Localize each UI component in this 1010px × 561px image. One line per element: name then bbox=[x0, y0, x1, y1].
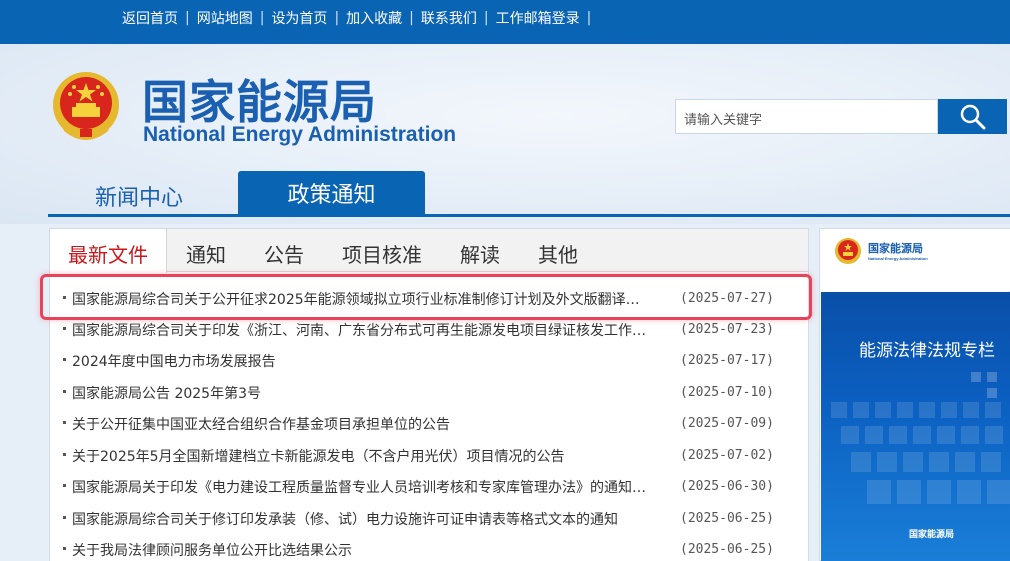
law-column-title[interactable]: 能源法律法规专栏 bbox=[859, 336, 995, 361]
top-link-home[interactable]: 返回首页 bbox=[122, 8, 178, 28]
list-tabs: 最新文件 通知 公告 项目核准 解读 其他 bbox=[50, 229, 808, 273]
national-emblem-icon bbox=[835, 238, 861, 264]
top-link-mail-login[interactable]: 工作邮箱登录 bbox=[496, 8, 580, 28]
side-logo-title: 国家能源局 bbox=[868, 242, 923, 255]
tab-other[interactable]: 其他 bbox=[538, 239, 578, 268]
separator: | bbox=[259, 10, 265, 26]
list-item[interactable]: 国家能源局公告 2025年第3号 (2025-07-10) bbox=[50, 380, 808, 406]
search-icon bbox=[960, 104, 985, 129]
law-column-banner[interactable]: 能源法律法规专栏 国家能源局 bbox=[821, 292, 1010, 561]
tab-latest[interactable]: 最新文件 bbox=[50, 229, 167, 273]
separator: | bbox=[586, 10, 592, 26]
banner-pattern bbox=[831, 372, 1010, 504]
separator: | bbox=[185, 10, 190, 26]
policy-list-panel: 最新文件 通知 公告 项目核准 解读 其他 国家能源局综合司关于公开征求2025… bbox=[49, 228, 809, 561]
list-item-title[interactable]: 2024年度中国电力市场发展报告 bbox=[72, 351, 652, 371]
list-item-title[interactable]: 关于2025年5月全国新增建档立卡新能源发电（不含户用光伏）项目情况的公告 bbox=[72, 446, 652, 466]
bullet bbox=[63, 390, 66, 393]
tab-announcement[interactable]: 公告 bbox=[264, 239, 304, 268]
list-item-date: (2025-06-30) bbox=[680, 479, 774, 494]
list-item[interactable]: 国家能源局关于印发《电力建设工程质量监督专业人员培训考核和专家库管理办法》的通知… bbox=[50, 474, 808, 500]
list-item[interactable]: 关于公开征集中国亚太经合组织合作基金项目承担单位的公告 (2025-07-09) bbox=[50, 411, 808, 437]
list-item[interactable]: 国家能源局综合司关于公开征求2025年能源领域拟立项行业标准制修订计划及外文版翻… bbox=[50, 286, 808, 312]
site-logo-subtitle: National Energy Administration bbox=[143, 123, 457, 146]
list-item[interactable]: 2024年度中国电力市场发展报告 (2025-07-17) bbox=[50, 348, 808, 374]
list-item-date: (2025-07-23) bbox=[680, 322, 774, 337]
list-item[interactable]: 国家能源局综合司关于印发《浙江、河南、广东省分布式可再生能源发电项目绿证核发工作… bbox=[50, 317, 808, 343]
side-logo-subtitle: National Energy Administration bbox=[868, 256, 928, 261]
list-item-date: (2025-06-25) bbox=[680, 542, 774, 557]
top-link-set-home[interactable]: 设为首页 bbox=[271, 8, 327, 28]
bullet bbox=[63, 421, 66, 424]
list-item-date: (2025-07-27) bbox=[680, 291, 774, 306]
list-item[interactable]: 关于我局法律顾问服务单位公开比选结果公示 (2025-06-25) bbox=[50, 537, 808, 561]
list-item-title[interactable]: 国家能源局综合司关于印发《浙江、河南、广东省分布式可再生能源发电项目绿证核发工作… bbox=[72, 320, 652, 340]
nav-underline bbox=[48, 214, 1010, 217]
list-item-date: (2025-07-17) bbox=[680, 353, 774, 368]
bullet bbox=[63, 516, 66, 519]
bullet bbox=[63, 358, 66, 361]
tab-interpretation[interactable]: 解读 bbox=[460, 239, 500, 268]
nav-tab-policy[interactable]: 政策通知 bbox=[238, 171, 425, 215]
list-item-title[interactable]: 关于公开征集中国亚太经合组织合作基金项目承担单位的公告 bbox=[72, 414, 652, 434]
list-item-title[interactable]: 关于我局法律顾问服务单位公开比选结果公示 bbox=[72, 540, 652, 560]
top-links: 返回首页 | 网站地图 | 设为首页 | 加入收藏 | 联系我们 | 工作邮箱登录 | bbox=[122, 9, 598, 27]
bullet bbox=[63, 547, 66, 550]
list-item-date: (2025-07-09) bbox=[680, 416, 774, 431]
top-link-favorite[interactable]: 加入收藏 bbox=[346, 8, 402, 28]
separator: | bbox=[409, 10, 414, 26]
list-item-title[interactable]: 国家能源局公告 2025年第3号 bbox=[72, 383, 652, 403]
separator: | bbox=[483, 10, 489, 26]
side-panel-header: 国家能源局 National Energy Administration bbox=[820, 229, 1010, 291]
tab-project-approval[interactable]: 项目核准 bbox=[342, 239, 422, 268]
list-item[interactable]: 国家能源局综合司关于修订印发承装（修、试）电力设施许可证申请表等格式文本的通知 … bbox=[50, 506, 808, 532]
top-bar: 返回首页 | 网站地图 | 设为首页 | 加入收藏 | 联系我们 | 工作邮箱登录 | bbox=[0, 0, 1010, 44]
list-item-title[interactable]: 国家能源局综合司关于修订印发承装（修、试）电力设施许可证申请表等格式文本的通知 bbox=[72, 509, 652, 529]
list-item-title[interactable]: 国家能源局综合司关于公开征求2025年能源领域拟立项行业标准制修订计划及外文版翻… bbox=[72, 289, 652, 309]
nav-tab-news[interactable]: 新闻中心 bbox=[95, 180, 183, 212]
top-link-sitemap[interactable]: 网站地图 bbox=[197, 8, 253, 28]
tab-notice[interactable]: 通知 bbox=[186, 239, 226, 268]
list-item-date: (2025-07-02) bbox=[680, 448, 774, 463]
national-emblem-icon[interactable] bbox=[50, 69, 122, 145]
separator: | bbox=[334, 10, 340, 26]
side-panel: 国家能源局 National Energy Administration 能源法… bbox=[819, 228, 1010, 561]
bullet bbox=[63, 327, 66, 330]
top-link-contact[interactable]: 联系我们 bbox=[421, 8, 477, 28]
bullet bbox=[63, 453, 66, 456]
list-item-title[interactable]: 国家能源局关于印发《电力建设工程质量监督专业人员培训考核和专家库管理办法》的通知… bbox=[72, 477, 652, 497]
bullet bbox=[63, 484, 66, 487]
list-item-date: (2025-07-10) bbox=[680, 385, 774, 400]
list-item[interactable]: 关于2025年5月全国新增建档立卡新能源发电（不含户用光伏）项目情况的公告 (2… bbox=[50, 443, 808, 469]
search-button[interactable] bbox=[938, 99, 1007, 134]
law-column-footer: 国家能源局 bbox=[909, 530, 955, 540]
bullet bbox=[63, 296, 66, 299]
search-input[interactable]: 请输入关键字 bbox=[675, 99, 938, 134]
list-item-date: (2025-06-25) bbox=[680, 511, 774, 526]
